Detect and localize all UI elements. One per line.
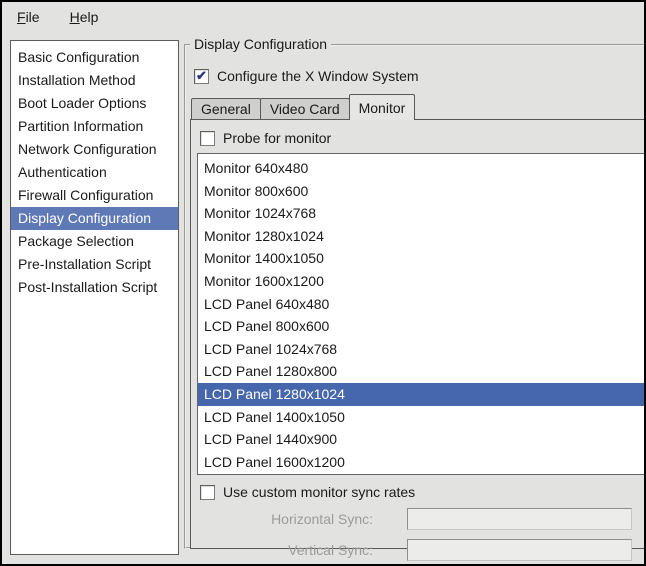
sidebar-item-package-selection[interactable]: Package Selection — [11, 230, 178, 253]
monitor-list-item-lcd-panel-1400x1050[interactable]: LCD Panel 1400x1050 — [198, 406, 646, 429]
configure-x-window-checkbox[interactable] — [194, 69, 209, 84]
monitor-list: Monitor 640x480Monitor 800x600Monitor 10… — [197, 153, 646, 475]
monitor-list-item-monitor-800x600[interactable]: Monitor 800x600 — [198, 180, 646, 203]
monitor-list-item-monitor-1600x1200[interactable]: Monitor 1600x1200 — [198, 270, 646, 293]
sidebar-item-installation-method[interactable]: Installation Method — [11, 69, 178, 92]
tab-monitor[interactable]: Monitor — [349, 94, 416, 120]
frame-title: Display Configuration — [190, 36, 331, 52]
sidebar-list: Basic ConfigurationInstallation MethodBo… — [10, 40, 179, 555]
use-custom-sync-checkbox[interactable] — [200, 485, 215, 500]
sidebar-item-basic-configuration[interactable]: Basic Configuration — [11, 46, 178, 69]
configure-x-window-row[interactable]: Configure the X Window System — [194, 68, 646, 84]
horizontal-sync-row: Horizontal Sync: Hz — [197, 507, 646, 531]
vertical-sync-label: Vertical Sync: — [231, 542, 373, 558]
sidebar-item-post-installation-script[interactable]: Post-Installation Script — [11, 276, 178, 299]
tab-general[interactable]: General — [191, 98, 261, 120]
main-area: Basic ConfigurationInstallation MethodBo… — [2, 32, 644, 560]
probe-for-monitor-label: Probe for monitor — [223, 130, 331, 146]
app-window: File Help Basic ConfigurationInstallation… — [0, 0, 646, 566]
monitor-list-item-monitor-1024x768[interactable]: Monitor 1024x768 — [198, 202, 646, 225]
sidebar-item-network-configuration[interactable]: Network Configuration — [11, 138, 178, 161]
tab-bar: GeneralVideo CardMonitor — [191, 94, 646, 120]
sidebar-item-display-configuration[interactable]: Display Configuration — [11, 207, 178, 230]
monitor-list-item-lcd-panel-640x480[interactable]: LCD Panel 640x480 — [198, 293, 646, 316]
vertical-sync-input — [407, 539, 632, 561]
monitor-list-item-monitor-640x480[interactable]: Monitor 640x480 — [198, 157, 646, 180]
probe-for-monitor-row[interactable]: Probe for monitor — [200, 130, 646, 146]
monitor-list-item-lcd-panel-1440x900[interactable]: LCD Panel 1440x900 — [198, 428, 646, 451]
probe-for-monitor-checkbox[interactable] — [200, 131, 215, 146]
vertical-sync-row: Vertical Sync: kHz — [197, 538, 646, 562]
monitor-list-item-lcd-panel-1024x768[interactable]: LCD Panel 1024x768 — [198, 338, 646, 361]
monitor-list-item-lcd-panel-1280x1024[interactable]: LCD Panel 1280x1024 — [198, 383, 646, 406]
monitor-list-item-monitor-1400x1050[interactable]: Monitor 1400x1050 — [198, 247, 646, 270]
monitor-list-item-lcd-panel-1280x800[interactable]: LCD Panel 1280x800 — [198, 360, 646, 383]
monitor-tab-panel: Probe for monitor Monitor 640x480Monitor… — [190, 119, 646, 549]
monitor-list-area: Monitor 640x480Monitor 800x600Monitor 10… — [197, 153, 646, 475]
use-custom-sync-row[interactable]: Use custom monitor sync rates — [200, 484, 646, 500]
menu-file[interactable]: File — [15, 7, 42, 27]
horizontal-sync-label: Horizontal Sync: — [231, 511, 373, 527]
sidebar-item-partition-information[interactable]: Partition Information — [11, 115, 178, 138]
menu-help[interactable]: Help — [68, 7, 101, 27]
sidebar-item-boot-loader-options[interactable]: Boot Loader Options — [11, 92, 178, 115]
display-configuration-frame: Display Configuration Configure the X Wi… — [184, 44, 646, 549]
sidebar-item-firewall-configuration[interactable]: Firewall Configuration — [11, 184, 178, 207]
menu-bar: File Help — [2, 2, 644, 32]
configure-x-window-label: Configure the X Window System — [217, 68, 419, 84]
monitor-list-item-lcd-panel-1600x1200[interactable]: LCD Panel 1600x1200 — [198, 451, 646, 474]
sidebar-item-pre-installation-script[interactable]: Pre-Installation Script — [11, 253, 178, 276]
use-custom-sync-label: Use custom monitor sync rates — [223, 484, 415, 500]
monitor-list-item-lcd-panel-800x600[interactable]: LCD Panel 800x600 — [198, 315, 646, 338]
tab-video-card[interactable]: Video Card — [260, 98, 350, 120]
sidebar-item-authentication[interactable]: Authentication — [11, 161, 178, 184]
monitor-list-item-monitor-1280x1024[interactable]: Monitor 1280x1024 — [198, 225, 646, 248]
horizontal-sync-input — [407, 508, 632, 530]
